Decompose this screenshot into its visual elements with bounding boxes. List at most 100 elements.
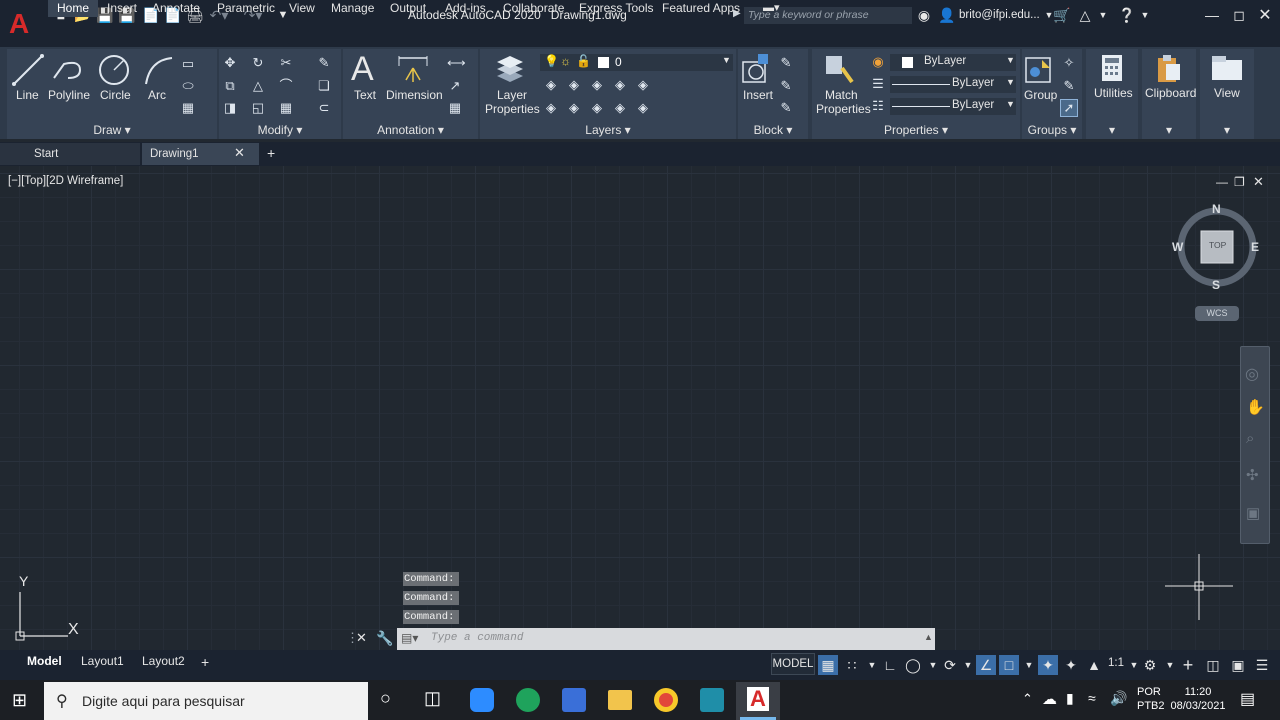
new-layout-plus-icon[interactable]: + [201,654,209,670]
clipboard-icon[interactable] [1154,52,1184,84]
edit-attributes-icon[interactable]: ✎ [778,100,794,116]
layer-on-icon[interactable]: ◈ [543,100,559,116]
help-dropdown-icon[interactable]: ▼ [1136,7,1154,23]
lineweight-dropdown[interactable]: ByLayer ▼ [890,76,1016,93]
tab-output[interactable]: Output [390,1,426,15]
tab-insert[interactable]: Insert [107,1,137,15]
utilities-label[interactable]: Utilities [1094,86,1133,100]
workspace-dropdown-icon[interactable]: ▼ [1160,655,1180,675]
clock[interactable]: 11:20 08/03/2021 [1170,686,1226,712]
scale-icon[interactable]: ◱ [250,100,266,116]
hatch-icon[interactable]: ▦ [180,100,196,116]
array-icon[interactable]: ▦ [278,100,294,116]
input-language[interactable]: POR PTB2 [1137,686,1165,712]
group-label[interactable]: Group [1024,88,1057,102]
osnap-dropdown-icon[interactable]: ▼ [1019,655,1039,675]
trim-icon[interactable]: ✂ [278,55,294,71]
tab-manage[interactable]: Manage [331,1,374,15]
isodraft-dropdown-icon[interactable]: ▼ [958,655,978,675]
tab-featured-apps[interactable]: Featured Apps [662,1,740,15]
tab-collaborate[interactable]: Collaborate [503,1,564,15]
snap-dropdown-icon[interactable]: ▼ [862,655,882,675]
object-snap-icon[interactable]: □ [999,655,1019,675]
show-hidden-icons-icon[interactable]: ⌃ [1022,691,1033,707]
autocad-taskbar-button[interactable]: A [736,682,780,720]
windows-start-icon[interactable]: ⊞ [12,690,27,711]
mirror-icon[interactable]: △ [250,78,266,94]
annotation-scale-value[interactable]: 1:1 [1108,657,1124,669]
insert-block-icon[interactable] [740,52,772,86]
copy-icon[interactable]: ⧉ [222,78,238,94]
drawing-canvas[interactable] [0,166,1280,650]
move-icon[interactable]: ✥ [222,55,238,71]
edge-browser-icon[interactable] [516,688,540,712]
binoculars-icon[interactable]: ◉ [915,7,933,23]
viewcube-south[interactable]: S [1212,278,1220,292]
viewcube-west[interactable]: W [1172,240,1183,254]
steering-wheel-icon[interactable]: ◎ [1245,364,1259,384]
viewport-restore-icon[interactable]: ❐ [1234,175,1245,189]
layer-properties-label-1[interactable]: Layer [497,88,527,102]
polyline-icon[interactable] [50,52,86,88]
tab-parametric[interactable]: Parametric [217,1,275,15]
viewport-controls[interactable]: [−][Top][2D Wireframe] [8,175,123,187]
properties-panel-title[interactable]: Properties ▾ [812,123,1020,137]
clipboard-panel-dropdown[interactable]: ▾ [1142,123,1196,137]
fillet-icon[interactable]: ⌒ [278,78,294,94]
linetype-dropdown[interactable]: ByLayer ▼ [890,98,1016,115]
layer-properties-icon[interactable] [493,52,527,86]
ungroup-icon[interactable]: ✧ [1061,55,1077,71]
make-current-icon[interactable]: ◈ [635,77,651,93]
command-line-close-icon[interactable]: ✕ [356,630,367,646]
create-block-icon[interactable]: ✎ [778,55,794,71]
block-panel-title[interactable]: Block ▾ [738,123,808,137]
orbit-icon[interactable]: ✣ [1246,466,1259,484]
annotation-monitor-icon[interactable]: + [1178,655,1198,675]
rectangle-icon[interactable]: ▭ [180,56,196,72]
model-space-button[interactable]: MODEL [771,653,815,675]
linetype-icon[interactable]: ☷ [870,98,886,114]
calculator-icon[interactable] [1098,53,1126,83]
offset-icon[interactable]: ⊂ [316,100,332,116]
chrome-browser-icon[interactable] [654,688,678,712]
layer-thaw-icon[interactable]: ◈ [589,100,605,116]
tab-home[interactable]: Home [48,0,99,17]
line-icon[interactable] [10,52,46,88]
autodesk-a360-icon[interactable]: △ [1076,7,1094,23]
edit-block-icon[interactable]: ✎ [778,78,794,94]
draw-panel-title[interactable]: Draw ▾ [7,123,217,137]
tab-view[interactable]: View [289,1,315,15]
utilities-panel-dropdown[interactable]: ▾ [1086,123,1138,137]
snap-mode-icon[interactable]: ∷ [842,655,862,675]
layer-isolate-icon[interactable]: ◈ [566,77,582,93]
dimension-tool-label[interactable]: Dimension [386,88,443,102]
dimension-icon[interactable] [396,54,430,86]
close-tab-icon[interactable]: ✕ [234,145,245,161]
maximize-icon[interactable]: ◻ [1228,4,1250,26]
tab-express-tools[interactable]: Express Tools [579,1,653,15]
customization-menu-icon[interactable]: ☰ [1252,655,1272,675]
tab-layout2[interactable]: Layout2 [142,654,185,668]
color-dropdown[interactable]: ByLayer ▼ [890,54,1016,71]
group-edit-icon[interactable]: ✎ [1061,78,1077,94]
workspace-gear-icon[interactable]: ⚙ [1140,655,1160,675]
command-line[interactable]: ▤▾ Type a command ▲ [397,628,935,650]
table-icon[interactable]: ▦ [447,100,463,116]
units-icon[interactable]: ◫ [1203,655,1223,675]
leader-icon[interactable]: ↗ [447,78,463,94]
text-tool-label[interactable]: Text [354,88,376,102]
tab-start[interactable]: Start [0,143,140,165]
cortana-icon[interactable]: ○ [380,688,391,709]
annotation-panel-title[interactable]: Annotation ▾ [343,123,478,137]
rotate-icon[interactable]: ↻ [250,55,266,71]
arc-tool-label[interactable]: Arc [148,88,166,102]
layer-freeze-icon[interactable]: ◈ [589,77,605,93]
pan-icon[interactable]: ✋ [1246,398,1265,416]
layer-dropdown[interactable]: 💡 ☼ 🔓 0 ▼ [540,54,733,71]
layer-unisolate-icon[interactable]: ◈ [566,100,582,116]
application-menu-button[interactable]: A [6,6,42,42]
viewport-close-icon[interactable]: ✕ [1253,174,1264,190]
line-tool-label[interactable]: Line [16,88,39,102]
teal-app-icon[interactable] [700,688,724,712]
explode-icon[interactable]: ❏ [316,78,332,94]
